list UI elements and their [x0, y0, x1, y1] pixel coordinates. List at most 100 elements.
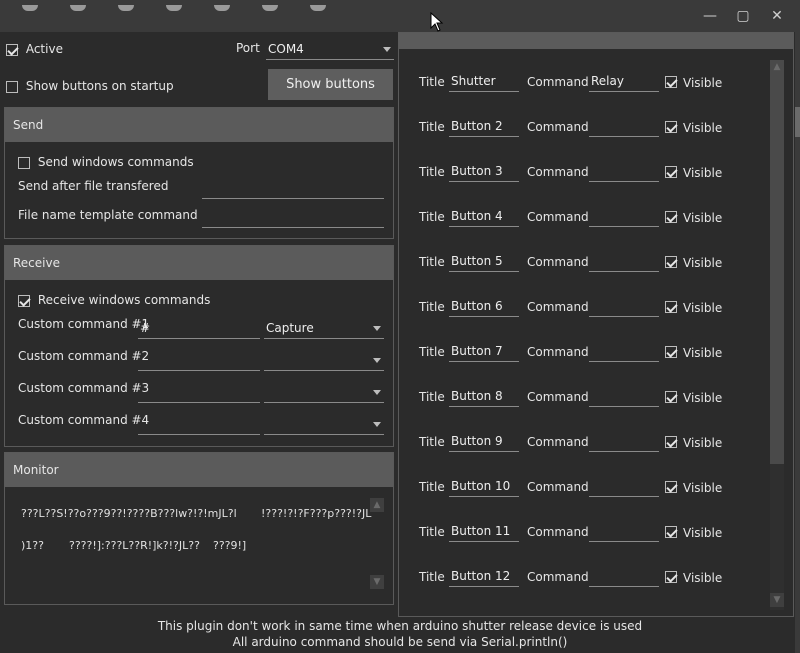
buttons-scroll-up-icon[interactable]: ▲	[770, 60, 784, 74]
custom-command-4-label: Custom command #4	[18, 413, 150, 427]
button-command-input[interactable]	[589, 475, 659, 497]
visible-check-icon[interactable]	[665, 481, 677, 493]
visible-label: Visible	[683, 526, 723, 540]
button-command-input[interactable]	[589, 115, 659, 137]
monitor-line-2b: ????!]:???L??R!]k?!?JL??	[69, 539, 200, 552]
visible-check-icon[interactable]	[665, 76, 677, 88]
button-row: Title Button 2 Command Visible	[419, 115, 739, 141]
button-title-input[interactable]: Button 9	[449, 430, 519, 452]
visible-label: Visible	[683, 301, 723, 315]
monitor-scroll-up-icon[interactable]: ▲	[370, 498, 384, 512]
send-windows-commands-checkbox[interactable]: Send windows commands	[18, 155, 194, 169]
button-command-input[interactable]	[589, 295, 659, 317]
send-group: Send Send windows commands Send after fi…	[4, 107, 394, 239]
template-command-label: File name template command	[18, 208, 198, 222]
show-on-startup-checkbox[interactable]: Show buttons on startup	[6, 79, 174, 93]
button-title-input[interactable]: Button 7	[449, 340, 519, 362]
active-label: Active	[25, 42, 63, 56]
button-title-input[interactable]: Button 8	[449, 385, 519, 407]
visible-label: Visible	[683, 121, 723, 135]
button-title-input[interactable]: Button 4	[449, 205, 519, 227]
visible-check-icon[interactable]	[665, 526, 677, 538]
button-command-input[interactable]	[589, 205, 659, 227]
custom-command-1-action-select[interactable]: Capture	[264, 317, 384, 339]
custom-command-2-input[interactable]	[138, 349, 260, 371]
button-command-input[interactable]	[589, 430, 659, 452]
maximize-icon[interactable]: ▢	[731, 6, 755, 26]
visible-check-icon[interactable]	[665, 571, 677, 583]
title-label: Title	[419, 75, 445, 89]
button-command-input[interactable]	[589, 250, 659, 272]
button-title-input[interactable]: Button 12	[449, 565, 519, 587]
custom-command-3-input[interactable]	[138, 381, 260, 403]
mouse-cursor-icon	[430, 12, 444, 32]
custom-command-2-action-select[interactable]	[264, 349, 384, 371]
minimize-icon[interactable]: —	[698, 6, 722, 26]
chevron-down-icon	[373, 326, 381, 331]
button-title-input[interactable]: Shutter	[449, 70, 519, 92]
command-label: Command	[527, 120, 589, 134]
button-row: Title Button 7 Command Visible	[419, 340, 739, 366]
port-select[interactable]: COM4	[266, 38, 394, 60]
receive-windows-check-icon[interactable]	[18, 294, 30, 307]
send-windows-check-icon[interactable]	[18, 156, 30, 169]
template-command-input[interactable]	[202, 206, 384, 228]
title-label: Title	[419, 165, 445, 179]
chevron-down-icon	[383, 47, 391, 52]
buttons-panel-scrollbar-thumb[interactable]	[770, 60, 784, 464]
command-label: Command	[527, 165, 589, 179]
buttons-panel: Title Shutter Command Relay Visible Title Butt…	[398, 32, 794, 617]
chevron-down-icon	[373, 390, 381, 395]
active-checkbox[interactable]: Active	[6, 42, 63, 56]
show-on-startup-check-icon[interactable]	[6, 80, 18, 93]
visible-check-icon[interactable]	[665, 301, 677, 313]
button-row: Title Shutter Command Relay Visible	[419, 70, 739, 96]
receive-windows-commands-checkbox[interactable]: Receive windows commands	[18, 293, 210, 307]
button-command-input[interactable]	[589, 565, 659, 587]
receive-group: Receive Receive windows commands Custom …	[4, 245, 394, 447]
visible-check-icon[interactable]	[665, 436, 677, 448]
visible-check-icon[interactable]	[665, 166, 677, 178]
command-label: Command	[527, 390, 589, 404]
visible-check-icon[interactable]	[665, 391, 677, 403]
visible-check-icon[interactable]	[665, 211, 677, 223]
visible-label: Visible	[683, 346, 723, 360]
title-label: Title	[419, 255, 445, 269]
button-title-input[interactable]: Button 10	[449, 475, 519, 497]
close-icon[interactable]: ✕	[765, 6, 789, 26]
custom-command-1-input[interactable]: #	[138, 317, 260, 339]
visible-check-icon[interactable]	[665, 121, 677, 133]
active-check-icon[interactable]	[6, 43, 18, 56]
button-command-input[interactable]	[589, 160, 659, 182]
show-buttons-button[interactable]: Show buttons	[268, 69, 393, 100]
button-title-input[interactable]: Button 11	[449, 520, 519, 542]
visible-label: Visible	[683, 211, 723, 225]
window-edge-scrollbar-thumb[interactable]	[795, 107, 800, 137]
custom-command-4-input[interactable]	[138, 413, 260, 435]
visible-label: Visible	[683, 436, 723, 450]
send-after-file-input[interactable]	[202, 177, 384, 199]
footer-notes: This plugin don't work in same time when…	[0, 618, 800, 650]
visible-check-icon[interactable]	[665, 346, 677, 358]
title-label: Title	[419, 210, 445, 224]
button-command-input[interactable]: Relay	[589, 70, 659, 92]
button-title-input[interactable]: Button 5	[449, 250, 519, 272]
custom-command-4-action-select[interactable]	[264, 413, 384, 435]
button-command-input[interactable]	[589, 340, 659, 362]
button-row: Title Button 9 Command Visible	[419, 430, 739, 456]
button-row: Title Button 12 Command Visible	[419, 565, 739, 591]
button-title-input[interactable]: Button 6	[449, 295, 519, 317]
custom-command-3-action-select[interactable]	[264, 381, 384, 403]
button-command-input[interactable]	[589, 385, 659, 407]
show-on-startup-label: Show buttons on startup	[25, 79, 174, 93]
send-header: Send	[5, 108, 393, 142]
visible-label: Visible	[683, 481, 723, 495]
chevron-down-icon	[373, 358, 381, 363]
button-command-input[interactable]	[589, 520, 659, 542]
buttons-scroll-down-icon[interactable]: ▼	[770, 593, 784, 607]
visible-check-icon[interactable]	[665, 256, 677, 268]
button-title-input[interactable]: Button 3	[449, 160, 519, 182]
monitor-scroll-down-icon[interactable]: ▼	[370, 575, 384, 589]
buttons-panel-scrollbar-track[interactable]	[770, 464, 784, 610]
button-title-input[interactable]: Button 2	[449, 115, 519, 137]
